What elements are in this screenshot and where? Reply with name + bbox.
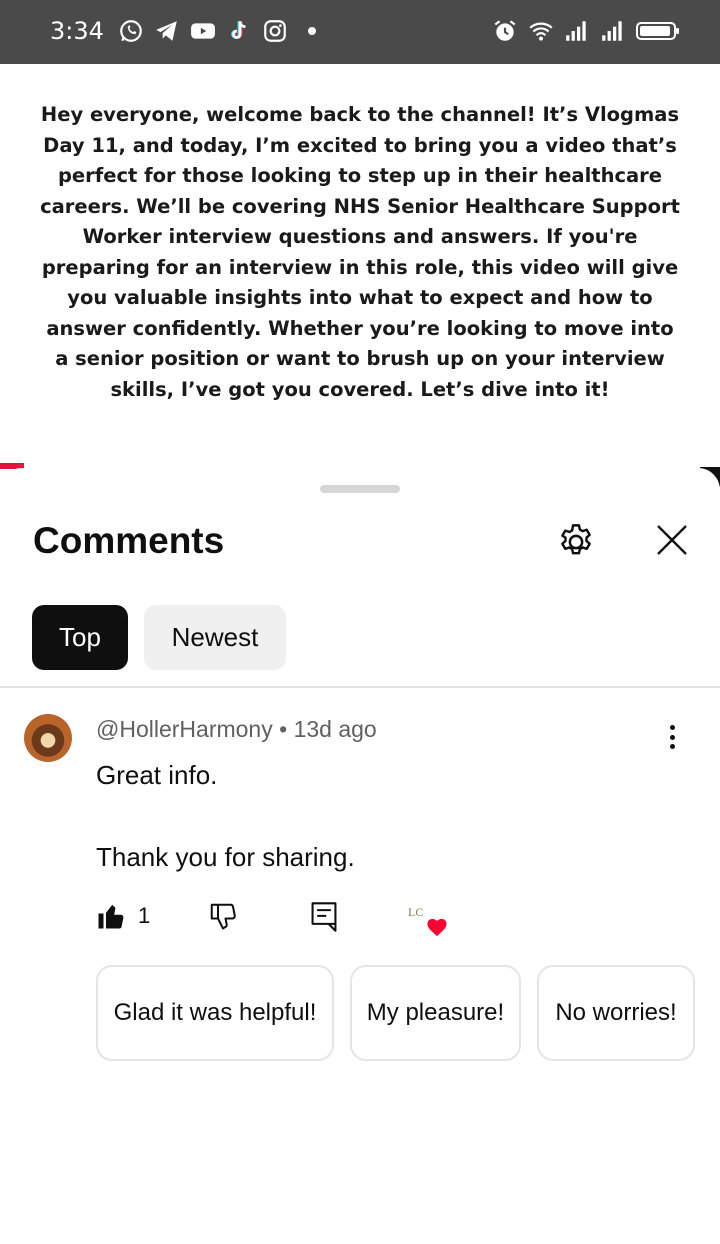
comment-meta: @HollerHarmony • 13d ago	[96, 716, 377, 743]
notification-icons	[118, 18, 316, 44]
video-description-overlay: Hey everyone, welcome back to the channe…	[40, 103, 680, 400]
instagram-icon	[262, 18, 288, 44]
sort-chips: Top Newest	[32, 605, 286, 670]
battery-icon	[636, 18, 680, 44]
suggested-reply-button[interactable]: Glad it was helpful!	[96, 965, 334, 1061]
status-bar: 3:34	[0, 0, 720, 64]
chip-newest[interactable]: Newest	[144, 605, 286, 670]
comment-text: Great info. Thank you for sharing.	[96, 755, 656, 878]
more-vert-icon-dot	[669, 744, 675, 749]
close-button[interactable]	[650, 518, 694, 562]
creator-heart-badge: LC	[408, 905, 448, 939]
comment-more-button[interactable]	[660, 722, 684, 752]
alarm-icon	[492, 18, 518, 44]
comment-author[interactable]: @HollerHarmony	[96, 716, 273, 742]
more-notifications-dot	[308, 27, 316, 35]
comment-line: Thank you for sharing.	[96, 842, 355, 872]
heart-icon	[427, 918, 447, 937]
suggested-reply-button[interactable]: My pleasure!	[350, 965, 521, 1061]
signal-icon	[564, 18, 590, 44]
youtube-icon	[190, 18, 216, 44]
status-time: 3:34	[50, 17, 104, 45]
telegram-icon	[154, 18, 180, 44]
comment-age: 13d ago	[293, 716, 377, 742]
whatsapp-icon	[118, 18, 144, 44]
close-icon	[657, 525, 687, 555]
thumbs-down-icon	[210, 903, 236, 930]
sheet-title: Comments	[33, 520, 225, 561]
gear-icon	[561, 524, 591, 555]
like-button[interactable]: 1	[96, 901, 150, 931]
video-player[interactable]: Hey everyone, welcome back to the channe…	[0, 64, 720, 476]
wifi-icon	[528, 18, 554, 44]
divider	[0, 686, 720, 688]
drag-handle[interactable]	[320, 485, 400, 493]
suggested-reply-button[interactable]: No worries!	[537, 965, 695, 1061]
more-vert-icon	[669, 725, 675, 730]
settings-button[interactable]	[552, 518, 600, 566]
comment-line: Great info.	[96, 760, 218, 790]
meta-separator: •	[279, 716, 288, 742]
comments-sheet: Comments Top Newest @HollerHarmony • 13d…	[0, 468, 720, 1244]
chip-top[interactable]: Top	[32, 605, 128, 670]
dislike-button[interactable]	[208, 901, 238, 931]
system-icons	[492, 18, 680, 44]
reply-comment-icon	[311, 902, 337, 932]
suggested-replies: Glad it was helpful! My pleasure! No wor…	[96, 965, 695, 1061]
like-count: 1	[138, 903, 151, 928]
reply-button[interactable]	[310, 901, 338, 933]
comment-blank-line	[96, 796, 656, 837]
signal-icon	[600, 18, 626, 44]
avatar[interactable]	[24, 714, 72, 762]
thumbs-up-icon	[98, 904, 124, 929]
tiktok-icon	[226, 18, 252, 44]
more-vert-icon-dot	[669, 734, 675, 740]
